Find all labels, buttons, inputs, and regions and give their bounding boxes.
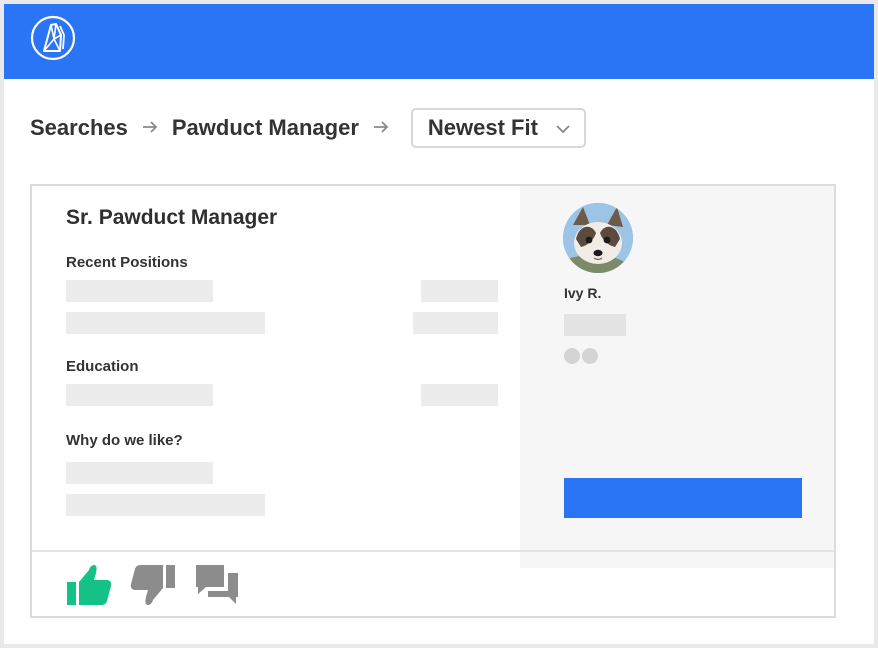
placeholder-line bbox=[413, 312, 498, 334]
dot-icon bbox=[582, 348, 598, 364]
job-title: Sr. Pawduct Manager bbox=[66, 206, 278, 229]
placeholder-line bbox=[66, 280, 213, 302]
placeholder-line bbox=[421, 384, 498, 406]
app-logo-icon[interactable] bbox=[30, 15, 76, 61]
placeholder-line bbox=[564, 314, 626, 336]
chevron-down-icon bbox=[556, 121, 570, 138]
candidate-card: Sr. Pawduct Manager Recent Positions Edu… bbox=[30, 184, 836, 618]
dot-icon bbox=[564, 348, 580, 364]
sort-dropdown-value: Newest Fit bbox=[427, 115, 538, 140]
thumbs-up-icon[interactable] bbox=[66, 562, 112, 608]
section-education: Education bbox=[66, 358, 139, 375]
dog-avatar[interactable] bbox=[563, 203, 633, 273]
sort-dropdown[interactable]: Newest Fit bbox=[410, 108, 586, 148]
placeholder-line bbox=[421, 280, 498, 302]
primary-action-button[interactable] bbox=[564, 478, 802, 518]
breadcrumb-pawduct-manager[interactable]: Pawduct Manager bbox=[172, 115, 359, 141]
arrow-right-icon bbox=[373, 117, 389, 140]
app-frame: Searches Pawduct Manager Newest Fit Sr. … bbox=[4, 4, 874, 644]
placeholder-line bbox=[66, 384, 213, 406]
placeholder-line bbox=[66, 494, 265, 516]
placeholder-line bbox=[66, 462, 213, 484]
comments-icon[interactable] bbox=[194, 562, 240, 608]
card-main-panel: Sr. Pawduct Manager Recent Positions Edu… bbox=[32, 186, 520, 550]
breadcrumb-searches[interactable]: Searches bbox=[30, 115, 128, 141]
card-actions bbox=[66, 562, 240, 608]
breadcrumb: Searches Pawduct Manager Newest Fit bbox=[30, 108, 586, 148]
candidate-name: Ivy R. bbox=[564, 285, 602, 301]
card-divider bbox=[32, 550, 834, 552]
placeholder-line bbox=[66, 312, 265, 334]
top-bar bbox=[4, 4, 874, 79]
section-recent-positions: Recent Positions bbox=[66, 254, 188, 271]
arrow-right-icon bbox=[142, 117, 158, 140]
candidate-side-panel: Ivy R. bbox=[520, 186, 834, 568]
section-why-like: Why do we like? bbox=[66, 432, 183, 449]
thumbs-down-icon[interactable] bbox=[130, 562, 176, 608]
